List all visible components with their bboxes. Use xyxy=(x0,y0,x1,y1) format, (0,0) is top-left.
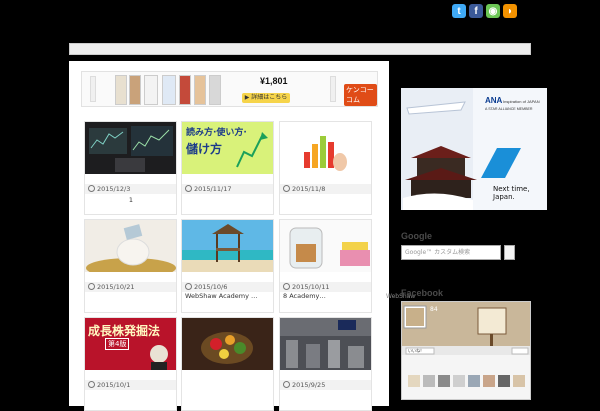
feedly-icon[interactable]: ◉ xyxy=(486,4,500,18)
post-thumbnail[interactable]: 成長株発掘法 第4版 xyxy=(85,318,176,370)
social-icons: t f ◉ ◗ xyxy=(452,4,517,18)
post-excerpt: 1 xyxy=(128,196,134,204)
avatar[interactable] xyxy=(453,375,465,387)
facebook-page-plugin[interactable]: 84 いいね！ xyxy=(401,301,531,400)
ad-product-image[interactable] xyxy=(129,75,141,105)
post-date: 2015/10/1 xyxy=(85,380,176,390)
ad-product-image[interactable] xyxy=(209,75,221,105)
post-thumbnail[interactable] xyxy=(280,318,371,370)
post-card[interactable]: 2015/10/6 WebShaw Academy … xyxy=(181,219,274,313)
twitter-icon[interactable]: t xyxy=(452,4,466,18)
post-date: 2015/10/21 xyxy=(85,282,176,292)
fb-fan-count: 84 xyxy=(430,306,438,313)
post-date: 2015/9/25 xyxy=(280,380,371,390)
ad-price: ¥1,801 xyxy=(260,76,288,86)
main-content: ¥1,801 ▶ 詳細はこちら ケンコーコム 2015/12/3 1 読み方·使… xyxy=(69,61,389,411)
ad-product-image[interactable] xyxy=(115,75,127,105)
post-card[interactable]: 2015/10/11 8 Academy… xyxy=(279,219,372,313)
avatar[interactable] xyxy=(468,375,480,387)
post-thumbnail[interactable] xyxy=(280,220,371,272)
ana-tagline: Inspiration of JAPAN xyxy=(503,99,540,104)
ad-product-image[interactable] xyxy=(194,75,206,105)
ad-product-image[interactable] xyxy=(179,75,191,105)
ad-product-image[interactable] xyxy=(144,75,158,105)
ad-product-image[interactable] xyxy=(162,75,176,105)
post-card[interactable]: 2015/11/8 xyxy=(279,121,372,215)
ad-prev-arrow[interactable] xyxy=(90,76,96,102)
post-card[interactable]: 2015/12/3 1 xyxy=(84,121,177,215)
avatar[interactable] xyxy=(498,375,510,387)
post-date: 2015/11/17 xyxy=(182,184,273,194)
ana-cta-text: Next time, Japan. xyxy=(493,185,530,201)
post-date: 2015/11/8 xyxy=(280,184,371,194)
post-thumbnail[interactable] xyxy=(182,318,273,370)
ana-alliance-text: A STAR ALLIANCE MEMBER xyxy=(485,107,533,111)
rss-icon[interactable]: ◗ xyxy=(503,4,517,18)
post-thumbnail[interactable] xyxy=(85,220,176,272)
fb-like-button[interactable]: いいね！ xyxy=(408,348,424,354)
post-date: 2015/10/6 xyxy=(182,282,273,292)
product-ad-banner[interactable]: ¥1,801 ▶ 詳細はこちら ケンコーコム xyxy=(81,71,378,107)
avatar[interactable] xyxy=(483,375,495,387)
avatar[interactable] xyxy=(438,375,450,387)
post-card[interactable]: 読み方·使い方· 儲け方 2015/11/17 xyxy=(181,121,274,215)
ad-shop-logo[interactable]: ケンコーコム xyxy=(344,84,377,106)
facebook-widget-heading: Facebook xyxy=(401,288,444,298)
global-nav-bar[interactable] xyxy=(69,43,531,55)
ana-logo-text: ANA xyxy=(485,96,503,105)
post-date: 2015/10/11 xyxy=(280,282,371,292)
post-card[interactable]: 2015/10/21 xyxy=(84,219,177,313)
google-search-button[interactable] xyxy=(504,245,515,260)
post-card[interactable]: 成長株発掘法 第4版 2015/10/1 xyxy=(84,317,177,411)
ad-next-arrow[interactable] xyxy=(330,76,336,102)
avatar[interactable] xyxy=(408,375,420,387)
ad-detail-button[interactable]: ▶ 詳細はこちら xyxy=(242,93,290,103)
post-date: 2015/12/3 xyxy=(85,184,176,194)
google-search-input[interactable]: Google™ カスタム検索 xyxy=(401,245,501,260)
ana-ad-banner[interactable]: ANA Inspiration of JAPAN A STAR ALLIANCE… xyxy=(401,88,547,210)
post-excerpt: 8 Academy… xyxy=(283,292,326,300)
fb-friend-avatars xyxy=(408,375,525,387)
post-card[interactable] xyxy=(181,317,274,411)
avatar[interactable] xyxy=(423,375,435,387)
post-thumbnail[interactable] xyxy=(85,122,176,174)
facebook-icon[interactable]: f xyxy=(469,4,483,18)
post-excerpt: WebShaw Academy … xyxy=(185,292,258,300)
avatar[interactable] xyxy=(513,375,525,387)
post-thumbnail[interactable] xyxy=(182,220,273,272)
post-thumbnail[interactable]: 読み方·使い方· 儲け方 xyxy=(182,122,273,174)
post-thumbnail[interactable] xyxy=(280,122,371,174)
post-card[interactable]: 2015/9/25 xyxy=(279,317,372,411)
google-widget-heading: Google xyxy=(401,231,432,241)
